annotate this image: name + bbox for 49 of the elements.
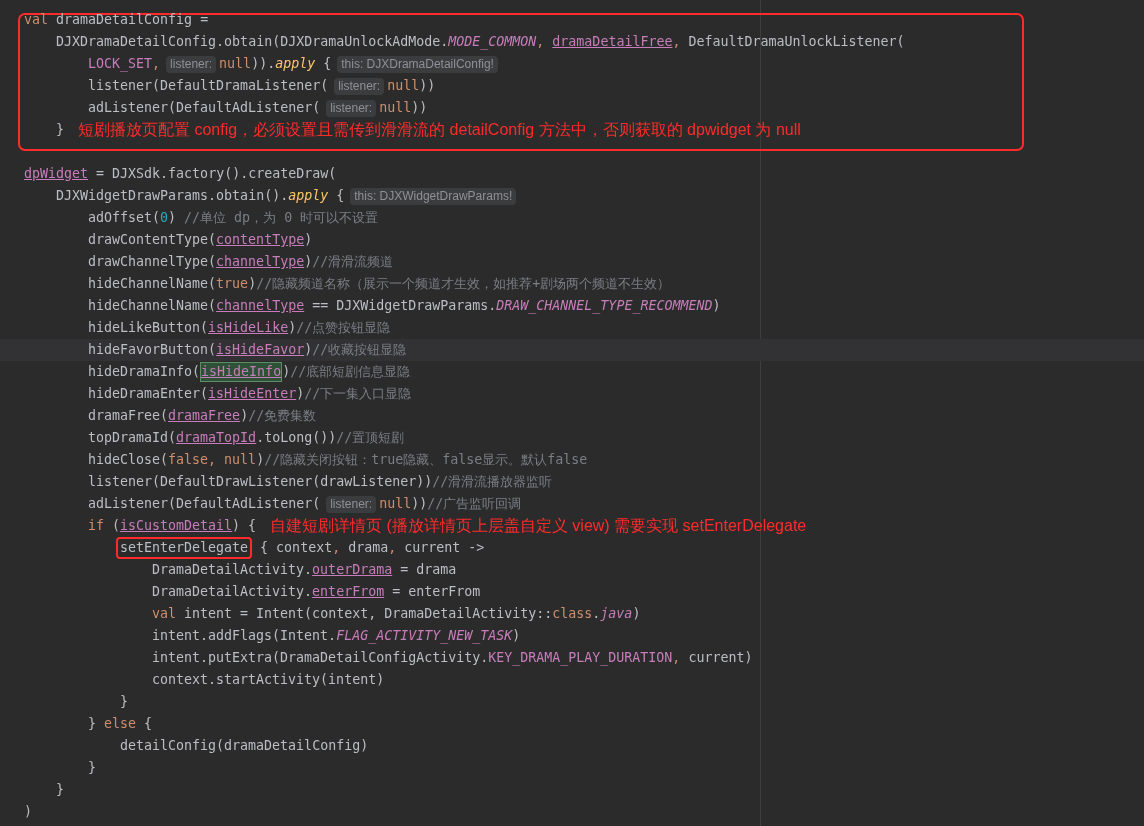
- inlay-hint: this: DJXWidgetDrawParams!: [350, 187, 517, 205]
- code-text: null)): [387, 77, 436, 95]
- code-line: }: [88, 759, 96, 777]
- inlay-hint: listener:: [166, 55, 217, 73]
- code-line: dpWidget = DJXSdk.factory().createDraw(: [24, 165, 337, 183]
- inlay-hint: this: DJXDramaDetailConfig!: [337, 55, 498, 73]
- code-text: )//底部短剧信息显隐: [282, 363, 411, 381]
- code-line: DramaDetailActivity.outerDrama = drama: [152, 561, 457, 579]
- inlay-hint: listener:: [326, 99, 377, 117]
- code-line: topDramaId(dramaTopId.toLong())//置顶短剧: [88, 429, 405, 447]
- code-line: hideClose(false, null)//隐藏关闭按钮：true隐藏、false显示。默认false: [88, 451, 588, 469]
- code-line: detailConfig(dramaDetailConfig): [120, 737, 369, 755]
- search-match: isHideInfo: [200, 362, 283, 382]
- annotation-text: 短剧播放页配置 config，必须设置且需传到滑滑流的 detailConfig 方法中，否则获取的 dpwidget 为 null: [78, 120, 801, 140]
- code-line: ): [24, 803, 32, 821]
- code-text: { context, drama, current ->: [259, 539, 485, 557]
- code-line: DramaDetailActivity.enterFrom = enterFrom: [152, 583, 481, 601]
- code-line: hideLikeButton(isHideLike)//点赞按钮显隐: [88, 319, 391, 337]
- code-text: null))//广告监听回调: [379, 495, 522, 513]
- code-line: drawChannelType(channelType)//滑滑流频道: [88, 253, 394, 271]
- code-line: intent.addFlags(Intent.FLAG_ACTIVITY_NEW_TASK): [152, 627, 521, 646]
- code-text: null)).apply {: [219, 55, 332, 73]
- code-line: val intent = Intent(context, DramaDetailActivity::class.java): [152, 605, 641, 623]
- code-line: dramaFree(dramaFree)//免费集数: [88, 407, 317, 425]
- code-text: DJXWidgetDrawParams.obtain().apply {: [56, 187, 345, 205]
- inlay-hint: listener:: [334, 77, 385, 95]
- code-text: hideDramaInfo(: [88, 363, 201, 381]
- code-line: hideChannelName(channelType == DJXWidgetDrawParams.DRAW_CHANNEL_TYPE_RECOMMEND): [88, 297, 721, 316]
- code-text: adListener(DefaultAdListener(: [88, 495, 321, 513]
- code-line: hideFavorButton(isHideFavor)//收藏按钮显隐: [88, 341, 407, 359]
- code-line: } else {: [88, 715, 153, 733]
- code-text: adListener(DefaultAdListener(: [88, 99, 321, 117]
- code-line: intent.putExtra(DramaDetailConfigActivity.KEY_DRAMA_PLAY_DURATION, current): [152, 649, 753, 668]
- code-line: val dramaDetailConfig =: [24, 11, 209, 29]
- highlighted-code: setEnterDelegate: [116, 537, 253, 559]
- annotation-text: 自建短剧详情页 (播放详情页上层盖自定义 view) 需要实现 setEnterDelegate: [270, 516, 807, 536]
- code-text: null)): [379, 99, 428, 117]
- code-text: if (isCustomDetail) {: [88, 517, 257, 535]
- code-line: context.startActivity(intent): [152, 671, 385, 689]
- code-line: }: [56, 781, 64, 799]
- code-line: listener(DefaultDrawListener(drawListener))//滑滑流播放器监听: [88, 473, 553, 491]
- code-line: adOffset(0) //单位 dp，为 0 时可以不设置: [88, 209, 379, 227]
- code-text: LOCK_SET,: [88, 55, 161, 74]
- code-text: listener(DefaultDramaListener(: [88, 77, 329, 95]
- code-line: drawContentType(contentType): [88, 231, 313, 249]
- code-line: DJXDramaDetailConfig.obtain(DJXDramaUnlockAdMode.MODE_COMMON, dramaDetailFree, DefaultDramaUnlockListener(: [56, 33, 905, 52]
- code-line: }: [120, 693, 128, 711]
- code-text: }: [56, 121, 64, 139]
- inlay-hint: listener:: [326, 495, 377, 513]
